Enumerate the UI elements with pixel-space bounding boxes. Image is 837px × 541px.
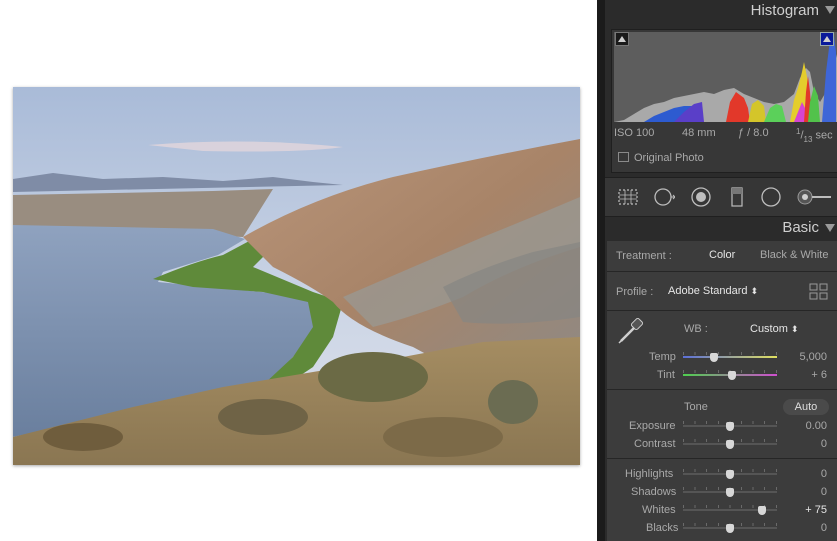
wb-dropdown[interactable]: Custom ⬍ (750, 323, 799, 335)
shutter-denominator: 13 (803, 134, 813, 144)
shutter-numerator: 1 (796, 127, 801, 136)
wb-eyedropper-icon[interactable] (615, 315, 647, 347)
contrast-slider[interactable] (683, 439, 777, 449)
blacks-label: Blacks (646, 522, 679, 534)
whites-label: Whites (642, 504, 676, 516)
treatment-color-option[interactable]: Color (709, 249, 735, 261)
collapse-triangle-icon[interactable] (825, 224, 835, 232)
crop-overlay-icon[interactable] (617, 186, 639, 208)
shutter-readout: 1/13 sec (796, 127, 833, 144)
tint-slider[interactable] (683, 370, 777, 380)
tint-value[interactable]: + 6 (811, 369, 827, 381)
exposure-label: Exposure (629, 420, 676, 432)
landscape-photo-image (13, 87, 580, 465)
landscape-photo[interactable] (13, 87, 580, 465)
profile-value: Adobe Standard (668, 285, 748, 297)
wb-label: WB : (684, 323, 708, 335)
triangle-up-icon (618, 36, 626, 42)
divider (607, 458, 837, 459)
develop-right-panel: Histogram ISO 100 48 mm ƒ / 8.0 1/13 sec… (605, 0, 837, 541)
exposure-value[interactable]: 0.00 (806, 420, 827, 432)
white-balance-block: WB : Custom ⬍ Temp 5,000 Tint + 6 (607, 311, 837, 389)
profile-row: Profile : Adobe Standard ⬍ (607, 272, 837, 310)
highlights-value[interactable]: 0 (821, 468, 827, 480)
original-photo-label: Original Photo (634, 152, 704, 164)
histogram-box: ISO 100 48 mm ƒ / 8.0 1/13 sec Original … (611, 29, 837, 173)
profile-label: Profile : (616, 286, 654, 298)
shadows-slider[interactable] (683, 487, 777, 497)
original-photo-toggle[interactable]: Original Photo (618, 152, 704, 164)
triangle-up-icon (823, 36, 831, 42)
contrast-label: Contrast (634, 438, 676, 450)
iso-readout: ISO 100 (614, 127, 655, 139)
histogram-plot[interactable] (614, 32, 837, 122)
temp-slider[interactable] (683, 352, 777, 362)
tool-strip (605, 177, 837, 217)
photo-canvas (0, 0, 597, 541)
shadows-value[interactable]: 0 (821, 486, 827, 498)
tint-label: Tint (657, 369, 675, 381)
focal-length-readout: 48 mm (682, 127, 716, 139)
whites-slider[interactable] (683, 505, 777, 515)
wb-value: Custom (750, 323, 788, 335)
stepper-arrows-icon: ⬍ (790, 324, 799, 334)
tone-label: Tone (684, 401, 708, 413)
shadows-label: Shadows (631, 486, 677, 498)
stepper-arrows-icon: ⬍ (750, 286, 759, 296)
auto-tone-button[interactable]: Auto (783, 399, 829, 415)
exposure-slider[interactable] (683, 421, 777, 431)
contrast-value[interactable]: 0 (821, 438, 827, 450)
radial-filter-icon[interactable] (760, 186, 782, 208)
highlights-slider[interactable] (683, 469, 777, 479)
treatment-bw-option[interactable]: Black & White (760, 249, 828, 261)
blacks-value[interactable]: 0 (821, 522, 827, 534)
collapse-triangle-icon[interactable] (825, 6, 835, 14)
temp-label: Temp (649, 351, 676, 363)
histogram-title: Histogram (750, 2, 819, 19)
profile-browser-grid-icon[interactable] (809, 283, 829, 301)
spot-removal-icon[interactable] (653, 186, 675, 208)
adjustment-brush-icon[interactable] (795, 186, 833, 208)
treatment-label: Treatment : (616, 250, 672, 262)
whites-value[interactable]: + 75 (805, 504, 827, 516)
graduated-filter-icon[interactable] (726, 186, 748, 208)
basic-title: Basic (782, 219, 819, 236)
blacks-slider[interactable] (683, 523, 777, 533)
panel-divider[interactable] (597, 0, 605, 541)
temp-value[interactable]: 5,000 (799, 351, 827, 363)
shutter-unit: sec (815, 129, 833, 142)
red-eye-icon[interactable] (690, 186, 712, 208)
basic-header[interactable]: Basic (605, 217, 837, 239)
highlight-clipping-button[interactable] (820, 32, 834, 46)
aperture-readout: ƒ / 8.0 (738, 127, 769, 139)
highlights-label: Highlights (625, 468, 674, 480)
profile-dropdown[interactable]: Adobe Standard ⬍ (668, 285, 758, 297)
shadow-clipping-button[interactable] (615, 32, 629, 46)
checkbox-icon[interactable] (618, 152, 629, 162)
treatment-row: Treatment : Color Black & White (607, 241, 837, 271)
histogram-graph (614, 36, 837, 122)
histogram-header[interactable]: Histogram (605, 0, 837, 22)
